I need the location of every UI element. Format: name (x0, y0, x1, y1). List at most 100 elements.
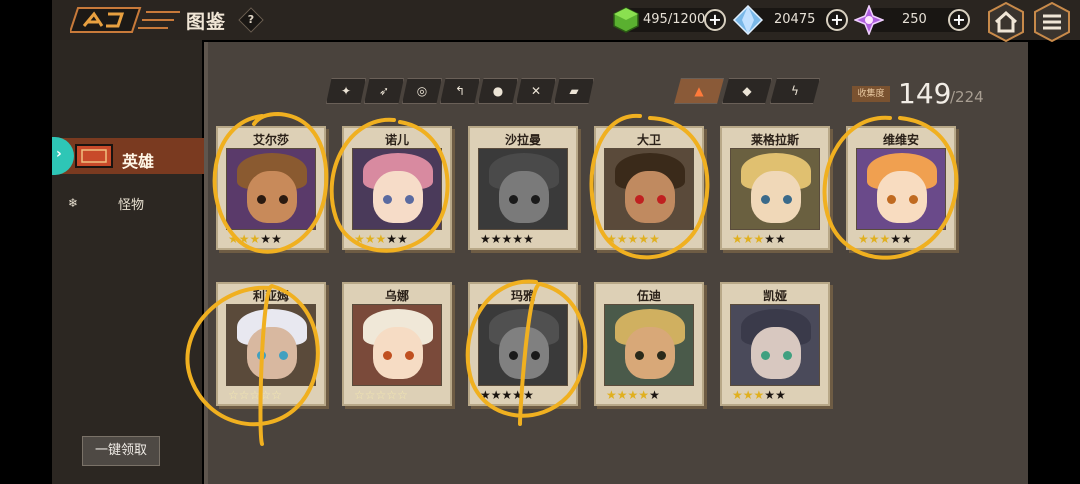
purple-gem-icon (854, 5, 884, 35)
filter-orb-button[interactable]: ● (478, 78, 518, 104)
hero-portrait (478, 148, 568, 230)
orb-icon: ● (492, 84, 504, 98)
star-icon: ★ (638, 388, 650, 402)
hero-card[interactable]: 利亚姆 ☆☆☆☆☆ (216, 282, 326, 406)
filter-fire-button[interactable]: ▲ (674, 78, 724, 104)
filter-lightning-button[interactable]: ϟ (770, 78, 820, 104)
tab-monsters[interactable]: 怪物 (118, 194, 144, 213)
star-icon: ★ (616, 232, 628, 246)
home-button[interactable] (986, 2, 1026, 42)
star-icon: ★ (249, 232, 261, 246)
star-icon: ☆ (271, 388, 282, 402)
hero-portrait (604, 304, 694, 386)
star-icon: ★ (879, 232, 891, 246)
star-icon: ★ (606, 388, 617, 402)
green-cube-icon (613, 7, 639, 33)
filter-leaf-button[interactable]: ◆ (722, 78, 772, 104)
tab-heroes-label: 英雄 (122, 152, 155, 171)
star-icon: ★ (238, 232, 250, 246)
star-icon: ★ (228, 232, 239, 246)
filter-scythe-button[interactable]: ↰ (440, 78, 480, 104)
hammer-icon: ▰ (569, 84, 579, 98)
scythe-icon: ↰ (454, 84, 466, 98)
star-icon: ★ (627, 232, 639, 246)
star-icon: ★ (890, 232, 902, 246)
hero-card[interactable]: 莱格拉斯 ★★★★★ (720, 126, 830, 250)
star-icon: ★ (480, 232, 491, 246)
star-icon: ★ (512, 388, 524, 402)
blue-crystal-icon (732, 5, 764, 35)
star-icon: ★ (501, 232, 513, 246)
filter-sword-button[interactable]: ✦ (326, 78, 366, 104)
hero-card[interactable]: 乌娜 ☆☆☆☆☆ (342, 282, 452, 406)
hero-portrait (352, 148, 442, 230)
collection-total: /224 (950, 88, 984, 106)
gem-value: 250 (902, 12, 927, 27)
hero-card[interactable]: 大卫 ★★★★★ (594, 126, 704, 250)
star-icon: ★ (512, 232, 524, 246)
hero-card[interactable]: 诺儿 ★★★★★ (342, 126, 452, 250)
star-icon: ☆ (260, 388, 272, 402)
star-rating: ☆☆☆☆☆ (228, 388, 282, 402)
star-icon: ★ (616, 388, 628, 402)
hero-name: 诺儿 (384, 133, 409, 147)
eye-target-icon: ◎ (416, 84, 428, 98)
star-rating: ★★★★★ (732, 232, 786, 246)
star-icon: ★ (742, 232, 754, 246)
star-rating: ★★★★★ (732, 388, 786, 402)
hero-card[interactable]: 伍迪 ★★★★★ (594, 282, 704, 406)
help-button[interactable]: ? (238, 7, 264, 33)
crystal-counter: 20475 + (732, 5, 850, 35)
hero-name: 利亚姆 (252, 289, 289, 303)
star-icon: ☆ (386, 388, 398, 402)
energy-plus-button[interactable]: + (704, 9, 726, 31)
menu-button[interactable] (1032, 2, 1072, 42)
spear-icon: ➶ (378, 84, 390, 98)
hero-card[interactable]: 凯娅 ★★★★★ (720, 282, 830, 406)
star-icon: ★ (386, 232, 398, 246)
star-rating: ☆☆☆☆☆ (354, 388, 408, 402)
star-rating: ★★★★★ (606, 232, 660, 246)
star-icon: ★ (764, 232, 776, 246)
star-icon: ★ (523, 232, 534, 246)
filter-crossbow-button[interactable]: ✕ (516, 78, 556, 104)
star-icon: ★ (627, 388, 639, 402)
lightning-icon: ϟ (791, 84, 799, 98)
star-rating: ★★★★★ (858, 232, 912, 246)
hero-portrait (730, 304, 820, 386)
star-icon: ★ (523, 388, 534, 402)
claim-all-button[interactable]: 一键领取 (82, 436, 160, 466)
hero-portrait (478, 304, 568, 386)
filter-target-button[interactable]: ◎ (402, 78, 442, 104)
hero-card[interactable]: 维维安 ★★★★★ (846, 126, 956, 250)
right-letterbox (1028, 0, 1080, 484)
star-icon: ★ (775, 388, 786, 402)
leaf-icon: ◆ (742, 84, 752, 98)
star-icon: ★ (753, 388, 765, 402)
star-icon: ★ (775, 232, 786, 246)
hero-portrait (730, 148, 820, 230)
hero-name: 大卫 (636, 133, 661, 147)
crystal-plus-button[interactable]: + (826, 9, 848, 31)
star-rating: ★★★★★ (354, 232, 408, 246)
star-icon: ★ (501, 388, 513, 402)
star-icon: ★ (638, 232, 650, 246)
star-icon: ★ (364, 232, 376, 246)
hero-card[interactable]: 沙拉曼 ★★★★★ (468, 126, 578, 250)
star-icon: ★ (354, 232, 365, 246)
star-icon: ★ (868, 232, 880, 246)
collection-count: 149 (898, 77, 952, 110)
filter-hammer-button[interactable]: ▰ (554, 78, 594, 104)
star-icon: ★ (260, 232, 272, 246)
star-icon: ☆ (249, 388, 261, 402)
star-rating: ★★★★★ (228, 232, 282, 246)
gem-plus-button[interactable]: + (948, 9, 970, 31)
hero-name: 凯娅 (762, 289, 787, 303)
star-rating: ★★★★★ (480, 388, 534, 402)
star-icon: ★ (901, 232, 912, 246)
star-icon: ★ (858, 232, 869, 246)
star-icon: ★ (764, 388, 776, 402)
hero-card[interactable]: 玛雅 ★★★★★ (468, 282, 578, 406)
hero-card[interactable]: 艾尔莎 ★★★★★ (216, 126, 326, 250)
filter-spear-button[interactable]: ➶ (364, 78, 404, 104)
